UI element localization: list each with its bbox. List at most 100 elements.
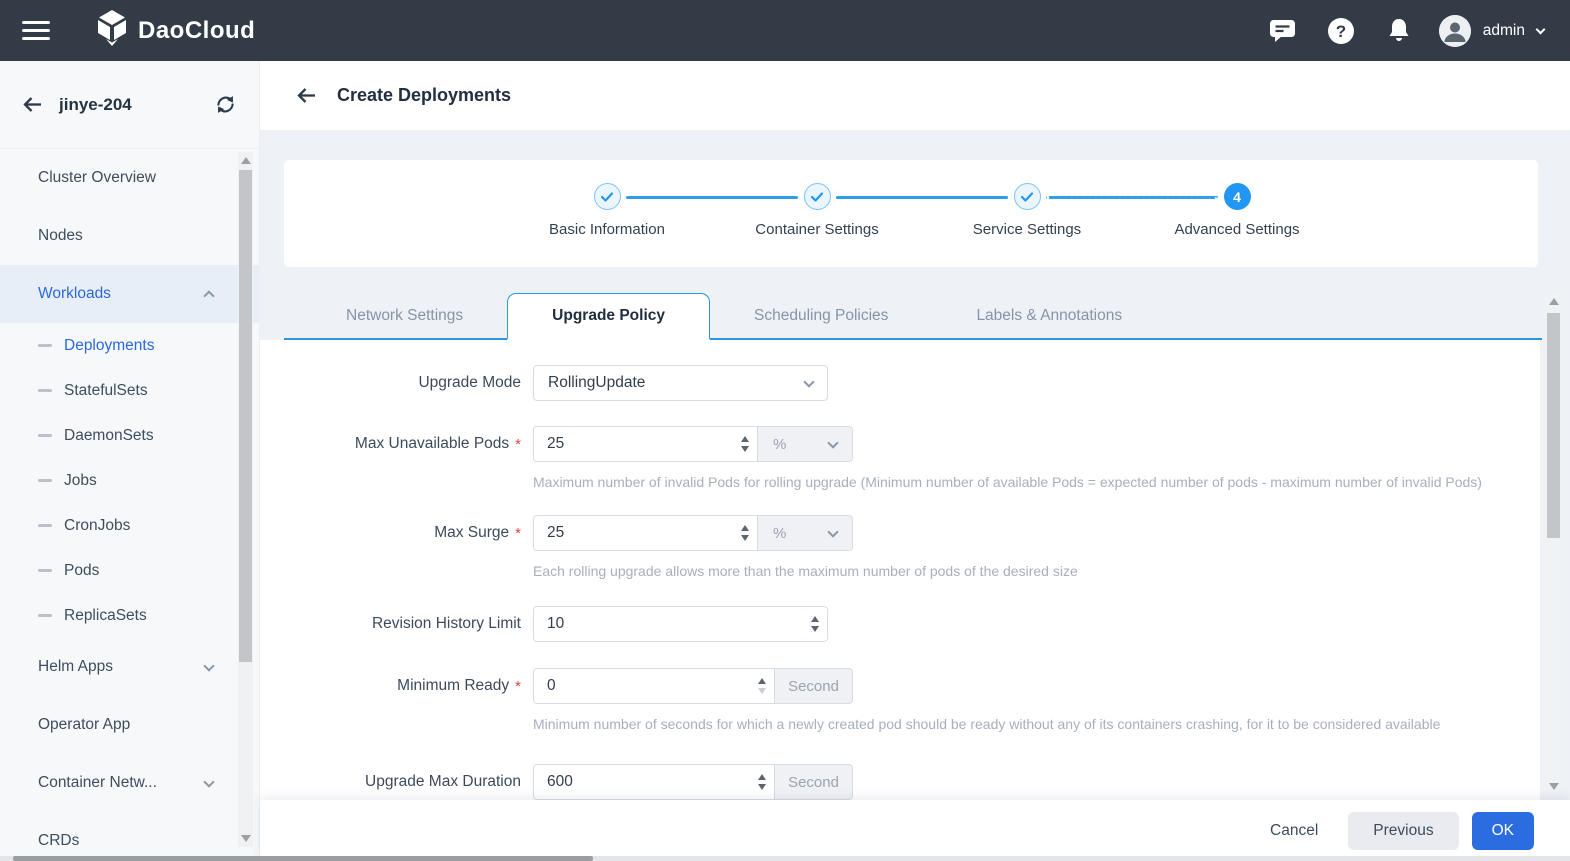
horizontal-scrollbar-thumb[interactable] (13, 856, 593, 861)
spinner (754, 769, 770, 795)
sidebar-item-daemonsets[interactable]: DaemonSets (0, 413, 259, 458)
spinner-down-button[interactable] (758, 784, 766, 790)
spinner-up-button[interactable] (758, 774, 766, 780)
upgrade-max-duration-input[interactable] (533, 764, 775, 800)
content-scrollbar-thumb[interactable] (1547, 313, 1560, 538)
step-number-badge: 4 (1224, 183, 1251, 210)
dash-icon (38, 569, 52, 572)
form-row-upgrade-max-duration: Upgrade Max Duration Second (260, 764, 1540, 800)
page-title: Create Deployments (337, 85, 511, 106)
step-check-icon (1014, 183, 1041, 210)
help-icon[interactable]: ? (1327, 17, 1355, 45)
chevron-down-icon (827, 437, 838, 448)
tab-network-settings[interactable]: Network Settings (302, 293, 507, 338)
step-container-settings[interactable]: Container Settings (707, 183, 927, 238)
sidebar-item-operator-app[interactable]: Operator App (0, 696, 259, 754)
scroll-up-arrow-icon[interactable] (1549, 298, 1559, 305)
sidebar-item-workloads[interactable]: Workloads (0, 265, 259, 323)
cluster-switch-icon[interactable] (214, 94, 237, 115)
minimum-ready-input-group: Second (533, 668, 853, 704)
hamburger-menu-icon[interactable] (22, 16, 50, 45)
spinner-down-button[interactable] (741, 535, 749, 541)
brand: DaoCloud (96, 10, 255, 51)
spinner (737, 520, 753, 546)
field-help-text: Maximum number of invalid Pods for rolli… (533, 471, 1513, 494)
sidebar-header: jinye-204 (0, 61, 259, 149)
cluster-name: jinye-204 (59, 95, 214, 115)
page-back-button[interactable] (296, 87, 317, 104)
topbar: DaoCloud ? (0, 0, 1570, 61)
max-surge-unit-select[interactable]: % (758, 515, 853, 551)
required-marker: * (515, 436, 521, 453)
field-help-text: Minimum number of seconds for which a ne… (533, 713, 1513, 736)
tabbar: Network Settings Upgrade Policy Scheduli… (284, 293, 1542, 340)
form-row-upgrade-mode: Upgrade Mode RollingUpdate (260, 365, 1540, 401)
step-basic-information[interactable]: Basic Information (497, 183, 717, 238)
field-label: Upgrade Max Duration (260, 764, 533, 800)
tab-scheduling-policies[interactable]: Scheduling Policies (710, 293, 932, 338)
max-surge-input-group: % (533, 515, 853, 551)
spinner-down-button[interactable] (741, 446, 749, 452)
spinner-up-button[interactable] (741, 525, 749, 531)
sidebar-scrollbar-thumb[interactable] (239, 170, 252, 662)
minimum-ready-unit: Second (775, 668, 853, 704)
tab-labels-annotations[interactable]: Labels & Annotations (932, 293, 1166, 338)
sidebar-item-helm-apps[interactable]: Helm Apps (0, 638, 259, 696)
chat-icon[interactable] (1269, 17, 1297, 45)
sidebar-item-nodes[interactable]: Nodes (0, 207, 259, 265)
scroll-up-arrow-icon[interactable] (241, 157, 251, 164)
wizard-footer: Cancel Previous OK (260, 800, 1570, 861)
max-unavailable-unit-select[interactable]: % (758, 426, 853, 462)
sidebar-item-deployments[interactable]: Deployments (0, 323, 259, 368)
spinner-up-button[interactable] (758, 678, 766, 684)
chevron-down-icon (803, 376, 814, 387)
sidebar-scrollbar[interactable] (238, 152, 253, 847)
upgrade-max-duration-unit: Second (775, 764, 853, 800)
cancel-button[interactable]: Cancel (1270, 822, 1318, 840)
scroll-down-arrow-icon[interactable] (241, 835, 251, 842)
sidebar-item-statefulsets[interactable]: StatefulSets (0, 368, 259, 413)
minimum-ready-input[interactable] (533, 668, 775, 704)
spinner (754, 673, 770, 699)
step-advanced-settings[interactable]: 4 Advanced Settings (1127, 183, 1347, 238)
dash-icon (38, 524, 52, 527)
field-label: Revision History Limit (260, 606, 533, 642)
cluster-back-button[interactable] (22, 96, 43, 113)
sidebar-item-cluster-overview[interactable]: Cluster Overview (0, 149, 259, 207)
spinner-down-button[interactable] (811, 626, 819, 632)
sidebar-item-replicasets[interactable]: ReplicaSets (0, 593, 259, 638)
max-surge-input[interactable] (533, 515, 758, 551)
horizontal-scrollbar[interactable] (0, 856, 1570, 861)
previous-button[interactable]: Previous (1348, 812, 1458, 850)
sidebar-item-pods[interactable]: Pods (0, 548, 259, 593)
field-label: Minimum Ready* (260, 668, 533, 704)
revision-history-limit-input[interactable] (533, 606, 828, 642)
spinner-down-button[interactable] (758, 688, 766, 694)
spinner-up-button[interactable] (811, 616, 819, 622)
dash-icon (38, 614, 52, 617)
sidebar-item-crds[interactable]: CRDs (0, 812, 259, 861)
notifications-bell-icon[interactable] (1385, 17, 1413, 45)
ok-button[interactable]: OK (1472, 812, 1534, 850)
spinner (807, 611, 823, 637)
max-unavailable-input-group: % (533, 426, 853, 462)
content-scrollbar[interactable] (1546, 293, 1561, 795)
sidebar-item-cronjobs[interactable]: CronJobs (0, 503, 259, 548)
form-row-max-surge: Max Surge* % (260, 515, 1540, 551)
required-marker: * (515, 678, 521, 695)
upgrade-policy-form: Upgrade Mode RollingUpdate Max Unavailab… (260, 340, 1540, 861)
form-row-revision-history-limit: Revision History Limit (260, 606, 1540, 642)
scroll-down-arrow-icon[interactable] (1549, 783, 1559, 790)
spinner-up-button[interactable] (741, 436, 749, 442)
chevron-down-icon (203, 776, 214, 787)
sidebar: jinye-204 Cluster Overview Nodes Workloa… (0, 61, 260, 861)
step-service-settings[interactable]: Service Settings (917, 183, 1137, 238)
tab-upgrade-policy[interactable]: Upgrade Policy (507, 293, 710, 340)
max-unavailable-input[interactable] (533, 426, 758, 462)
svg-text:?: ? (1336, 22, 1346, 41)
spinner (737, 431, 753, 457)
user-menu[interactable]: admin (1439, 15, 1544, 47)
upgrade-mode-select[interactable]: RollingUpdate (533, 365, 828, 401)
sidebar-item-jobs[interactable]: Jobs (0, 458, 259, 503)
sidebar-item-container-network[interactable]: Container Netw... (0, 754, 259, 812)
